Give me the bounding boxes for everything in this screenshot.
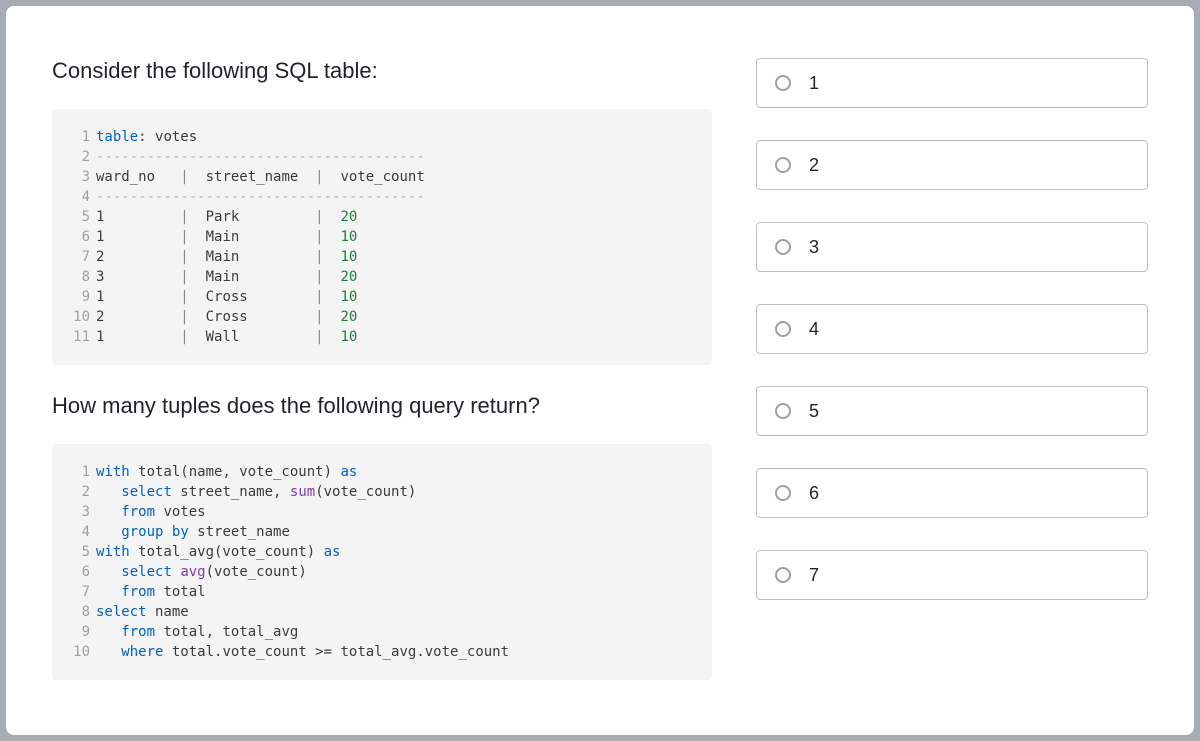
radio-icon (775, 239, 791, 255)
code-block-query: 1with total(name, vote_count) as2 select… (52, 444, 712, 680)
line-code: 1 | Wall | 10 (96, 327, 357, 347)
line-code: 3 | Main | 20 (96, 267, 357, 287)
query-line: 3 from votes (66, 502, 698, 522)
table-line: 6 1 | Main | 10 (66, 227, 698, 247)
table-line: 10 2 | Cross | 20 (66, 307, 698, 327)
line-code: ward_no | street_name | vote_count (96, 167, 425, 187)
line-number: 3 (66, 167, 90, 187)
line-number: 11 (66, 327, 90, 347)
table-line: 7 2 | Main | 10 (66, 247, 698, 267)
query-line: 1 with total(name, vote_count) as (66, 462, 698, 482)
line-code: table: votes (96, 127, 197, 147)
answer-option-4[interactable]: 4 (756, 304, 1148, 354)
query-line: 2 select street_name, sum(vote_count) (66, 482, 698, 502)
answer-label: 6 (809, 483, 819, 504)
line-code: with total_avg(vote_count) as (96, 542, 340, 562)
table-line: 8 3 | Main | 20 (66, 267, 698, 287)
line-number: 3 (66, 502, 90, 522)
query-line: 9 from total, total_avg (66, 622, 698, 642)
table-line: 11 1 | Wall | 10 (66, 327, 698, 347)
line-number: 1 (66, 462, 90, 482)
radio-icon (775, 485, 791, 501)
line-number: 5 (66, 207, 90, 227)
line-code: select avg(vote_count) (96, 562, 307, 582)
line-code: from total (96, 582, 206, 602)
line-code: where total.vote_count >= total_avg.vote… (96, 642, 509, 662)
radio-icon (775, 75, 791, 91)
line-number: 7 (66, 582, 90, 602)
answer-option-6[interactable]: 6 (756, 468, 1148, 518)
answer-option-1[interactable]: 1 (756, 58, 1148, 108)
answer-label: 3 (809, 237, 819, 258)
query-line: 6 select avg(vote_count) (66, 562, 698, 582)
answer-label: 4 (809, 319, 819, 340)
line-number: 7 (66, 247, 90, 267)
question-prompt-1: Consider the following SQL table: (52, 56, 712, 87)
table-line: 4 --------------------------------------- (66, 187, 698, 207)
quiz-content: Consider the following SQL table: 1 table… (6, 6, 1194, 735)
line-code: 1 | Main | 10 (96, 227, 357, 247)
line-number: 10 (66, 642, 90, 662)
line-number: 1 (66, 127, 90, 147)
table-line: 2 --------------------------------------- (66, 147, 698, 167)
line-number: 2 (66, 147, 90, 167)
query-line: 4 group by street_name (66, 522, 698, 542)
question-prompt-2: How many tuples does the following query… (52, 391, 712, 422)
query-line: 5 with total_avg(vote_count) as (66, 542, 698, 562)
query-line: 10 where total.vote_count >= total_avg.v… (66, 642, 698, 662)
radio-icon (775, 567, 791, 583)
code-block-table: 1 table: votes 2 --------------------------… (52, 109, 712, 365)
table-line: 9 1 | Cross | 10 (66, 287, 698, 307)
radio-icon (775, 321, 791, 337)
answer-option-2[interactable]: 2 (756, 140, 1148, 190)
line-number: 10 (66, 307, 90, 327)
line-number: 5 (66, 542, 90, 562)
query-line: 7 from total (66, 582, 698, 602)
line-code: 1 | Cross | 10 (96, 287, 357, 307)
answer-label: 2 (809, 155, 819, 176)
line-code: group by street_name (96, 522, 290, 542)
line-code: --------------------------------------- (96, 187, 425, 207)
line-number: 6 (66, 562, 90, 582)
answer-option-7[interactable]: 7 (756, 550, 1148, 600)
line-number: 4 (66, 187, 90, 207)
question-column: Consider the following SQL table: 1 table… (52, 56, 712, 695)
radio-icon (775, 403, 791, 419)
line-number: 2 (66, 482, 90, 502)
answer-option-5[interactable]: 5 (756, 386, 1148, 436)
line-code: from votes (96, 502, 206, 522)
line-number: 4 (66, 522, 90, 542)
line-number: 8 (66, 602, 90, 622)
line-number: 6 (66, 227, 90, 247)
line-number: 9 (66, 622, 90, 642)
radio-icon (775, 157, 791, 173)
line-code: 1 | Park | 20 (96, 207, 357, 227)
line-code: 2 | Main | 10 (96, 247, 357, 267)
line-number: 8 (66, 267, 90, 287)
line-code: with total(name, vote_count) as (96, 462, 357, 482)
line-code: --------------------------------------- (96, 147, 425, 167)
table-line: 1 table: votes (66, 127, 698, 147)
answer-label: 7 (809, 565, 819, 586)
table-line: 3 ward_no | street_name | vote_count (66, 167, 698, 187)
line-code: select name (96, 602, 189, 622)
answer-label: 1 (809, 73, 819, 94)
quiz-card: Consider the following SQL table: 1 table… (6, 6, 1194, 735)
line-code: select street_name, sum(vote_count) (96, 482, 416, 502)
answer-options: 1 2 3 4 5 6 7 (756, 56, 1148, 695)
table-line: 5 1 | Park | 20 (66, 207, 698, 227)
line-number: 9 (66, 287, 90, 307)
line-code: from total, total_avg (96, 622, 298, 642)
answer-label: 5 (809, 401, 819, 422)
query-line: 8 select name (66, 602, 698, 622)
line-code: 2 | Cross | 20 (96, 307, 357, 327)
answer-option-3[interactable]: 3 (756, 222, 1148, 272)
